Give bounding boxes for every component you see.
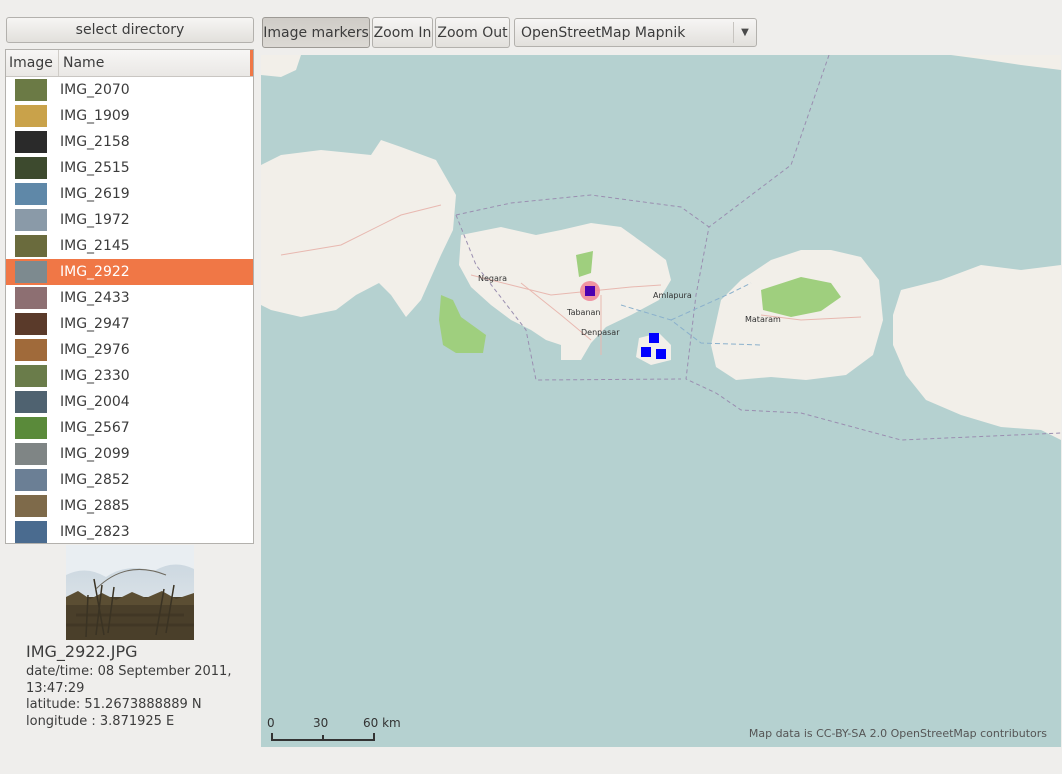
info-datetime: date/time: 08 September 2011, 13:47:29: [26, 664, 232, 696]
map-source-value: OpenStreetMap Mapnik: [521, 24, 686, 41]
thumbnail-image: [15, 287, 47, 309]
thumbnail-image: [15, 183, 47, 205]
image-marker[interactable]: [641, 347, 651, 357]
image-marker-selected[interactable]: [585, 286, 595, 296]
thumbnail-image: [15, 313, 47, 335]
thumbnail-image: [15, 365, 47, 387]
sumbawa-island: [893, 265, 1061, 440]
list-row[interactable]: IMG_2070: [6, 77, 253, 103]
thumbnail-image: [15, 105, 47, 127]
row-name: IMG_2922: [60, 264, 130, 280]
list-row[interactable]: IMG_2567: [6, 415, 253, 441]
map-source-select[interactable]: OpenStreetMap Mapnik ▼: [514, 18, 757, 47]
row-name: IMG_2070: [60, 82, 130, 98]
north-landmass: [261, 55, 1061, 77]
row-name: IMG_1909: [60, 108, 130, 124]
row-name: IMG_2099: [60, 446, 130, 462]
town-mataram: Mataram: [745, 315, 781, 324]
image-list[interactable]: Image Name IMG_2070 IMG_1909 IMG_2158 IMG_2…: [5, 49, 254, 544]
list-row[interactable]: IMG_2099: [6, 441, 253, 467]
list-row[interactable]: IMG_2619: [6, 181, 253, 207]
thumbnail-image: [15, 443, 47, 465]
scale-label-30: 30: [313, 716, 329, 730]
selected-image-preview: [66, 545, 194, 640]
zoom-in-button[interactable]: Zoom In: [372, 17, 433, 48]
list-row[interactable]: IMG_2885: [6, 493, 253, 519]
scale-bar: [271, 733, 375, 741]
bali-park: [576, 251, 593, 277]
list-row[interactable]: IMG_2823: [6, 519, 253, 543]
thumbnail-image: [15, 79, 47, 101]
list-header: Image Name: [6, 50, 253, 77]
image-markers-toggle[interactable]: Image markers: [262, 17, 370, 48]
row-name: IMG_2976: [60, 342, 130, 358]
image-marker[interactable]: [649, 333, 659, 343]
map-attribution: Map data is CC-BY-SA 2.0 OpenStreetMap c…: [748, 727, 1047, 740]
list-row[interactable]: IMG_2515: [6, 155, 253, 181]
list-row[interactable]: IMG_1909: [6, 103, 253, 129]
row-name: IMG_2852: [60, 472, 130, 488]
thumbnail-image: [15, 131, 47, 153]
header-edge: [250, 50, 253, 76]
list-row[interactable]: IMG_2330: [6, 363, 253, 389]
list-row[interactable]: IMG_2145: [6, 233, 253, 259]
java-island: [261, 140, 456, 317]
map-canvas[interactable]: Negara Tabanan Denpasar Amlapura Mataram: [261, 55, 1061, 747]
info-longitude: longitude : 3.871925 E: [26, 714, 175, 729]
thumbnail-image: [15, 235, 47, 257]
list-row[interactable]: IMG_2433: [6, 285, 253, 311]
town-tabanan: Tabanan: [566, 308, 601, 317]
town-amlapura: Amlapura: [653, 291, 692, 300]
thumbnail-image: [15, 469, 47, 491]
scale-bar-tick: [322, 735, 324, 739]
row-name: IMG_2567: [60, 420, 130, 436]
row-name: IMG_2004: [60, 394, 130, 410]
scale-label-0: 0: [267, 716, 275, 730]
scale-label-60: 60 km: [363, 716, 401, 730]
list-row[interactable]: IMG_2852: [6, 467, 253, 493]
list-rows: IMG_2070 IMG_1909 IMG_2158 IMG_2515 IMG_2619…: [6, 77, 253, 543]
row-name: IMG_2947: [60, 316, 130, 332]
list-row[interactable]: IMG_1972: [6, 207, 253, 233]
list-row[interactable]: IMG_2922: [6, 259, 253, 285]
thumbnail-image: [15, 261, 47, 283]
thumbnail-image: [15, 209, 47, 231]
column-header-name[interactable]: Name: [59, 50, 104, 76]
town-negara: Negara: [478, 274, 507, 283]
list-row[interactable]: IMG_2947: [6, 311, 253, 337]
row-name: IMG_2158: [60, 134, 130, 150]
thumbnail-image: [15, 521, 47, 543]
info-filename: IMG_2922.JPG: [26, 642, 138, 661]
info-latitude: latitude: 51.2673888889 N: [26, 697, 202, 712]
row-name: IMG_2145: [60, 238, 130, 254]
zoom-out-button[interactable]: Zoom Out: [435, 17, 510, 48]
thumbnail-image: [15, 391, 47, 413]
thumbnail-image: [15, 339, 47, 361]
row-name: IMG_2823: [60, 524, 130, 540]
image-marker[interactable]: [656, 349, 666, 359]
row-name: IMG_2619: [60, 186, 130, 202]
thumbnail-image: [15, 157, 47, 179]
chevron-down-icon[interactable]: ▼: [733, 22, 756, 43]
select-directory-button[interactable]: select directory: [6, 17, 254, 43]
row-name: IMG_2885: [60, 498, 130, 514]
town-denpasar: Denpasar: [581, 328, 620, 337]
row-name: IMG_2433: [60, 290, 130, 306]
row-name: IMG_1972: [60, 212, 130, 228]
row-name: IMG_2515: [60, 160, 130, 176]
java-park: [439, 295, 486, 353]
thumbnail-image: [15, 417, 47, 439]
column-header-image[interactable]: Image: [6, 50, 59, 76]
list-row[interactable]: IMG_2004: [6, 389, 253, 415]
list-row[interactable]: IMG_2976: [6, 337, 253, 363]
list-row[interactable]: IMG_2158: [6, 129, 253, 155]
map-view[interactable]: Negara Tabanan Denpasar Amlapura Mataram…: [261, 55, 1061, 747]
thumbnail-image: [15, 495, 47, 517]
row-name: IMG_2330: [60, 368, 130, 384]
